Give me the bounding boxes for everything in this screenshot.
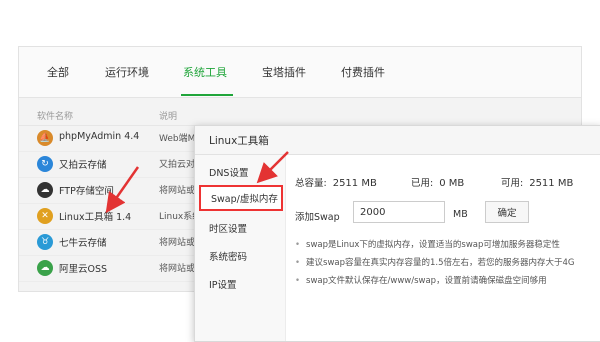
swap-size-input[interactable]: [353, 201, 445, 223]
menu-label: IP设置: [209, 280, 237, 291]
swap-used: 已用: 0 MB: [411, 175, 464, 189]
software-name: FTP存储空间: [59, 186, 114, 197]
swap-total-value: 2511 MB: [332, 178, 377, 189]
menu-label: 系统密码: [209, 252, 248, 263]
menu-item-password[interactable]: 系统密码: [195, 243, 285, 269]
swap-available-label: 可用:: [501, 178, 524, 189]
category-tabs: 全部 运行环境 系统工具 宝塔插件 付费插件: [19, 47, 581, 98]
menu-item-dns[interactable]: DNS设置: [195, 159, 285, 185]
menu-label: Swap/虚拟内存: [211, 194, 278, 205]
ftp-storage-icon: ☁: [37, 182, 53, 198]
swap-total-label: 总容量:: [295, 178, 327, 189]
software-desc: 将网站或: [159, 186, 196, 196]
menu-item-ip[interactable]: IP设置: [195, 271, 285, 297]
qiniu-icon: ♉: [37, 234, 53, 250]
column-software-name: 软件名称: [37, 112, 74, 122]
tab-runtime[interactable]: 运行环境: [105, 64, 149, 80]
linux-toolbox-dialog: Linux工具箱 DNS设置 Swap/虚拟内存 时区设置 系统密码 IP设置 …: [194, 125, 600, 342]
software-name: Linux工具箱 1.4: [59, 212, 132, 223]
add-swap-label: 添加Swap: [295, 212, 340, 223]
software-desc: Web端M: [159, 134, 196, 144]
swap-note: swap是Linux下的虚拟内存，设置适当的swap可增加服务器稳定性: [295, 238, 560, 250]
upyun-icon: ↻: [37, 156, 53, 172]
software-name: 七牛云存储: [59, 238, 107, 249]
swap-available: 可用: 2511 MB: [501, 175, 573, 189]
tab-bt-plugins[interactable]: 宝塔插件: [262, 64, 306, 80]
menu-item-timezone[interactable]: 时区设置: [195, 215, 285, 241]
software-desc: 又拍云对: [159, 160, 196, 170]
confirm-button[interactable]: 确定: [485, 201, 529, 223]
tools-icon: ✕: [37, 208, 53, 224]
swap-available-value: 2511 MB: [529, 178, 574, 189]
menu-label: DNS设置: [209, 168, 249, 179]
swap-total: 总容量: 2511 MB: [295, 175, 377, 189]
tab-paid-plugins[interactable]: 付费插件: [341, 64, 385, 80]
swap-used-label: 已用:: [411, 178, 434, 189]
tab-system-tools[interactable]: 系统工具: [183, 64, 227, 80]
menu-item-swap[interactable]: Swap/虚拟内存: [199, 185, 283, 211]
dialog-sidebar: DNS设置 Swap/虚拟内存 时区设置 系统密码 IP设置: [195, 155, 286, 341]
software-name: 阿里云OSS: [59, 264, 108, 275]
phpmyadmin-icon: ⛵: [37, 130, 53, 146]
swap-note: 建议swap容量在真实内存容量的1.5倍左右，若您的服务器内存大于4G: [295, 256, 575, 268]
swap-unit: MB: [453, 209, 468, 220]
swap-note: swap文件默认保存在/www/swap，设置前请确保磁盘空间够用: [295, 274, 547, 286]
dialog-title: Linux工具箱: [209, 135, 269, 147]
aliyun-oss-icon: ☁: [37, 260, 53, 276]
tab-all[interactable]: 全部: [47, 64, 69, 80]
swap-used-value: 0 MB: [439, 178, 465, 189]
menu-label: 时区设置: [209, 224, 248, 235]
active-tab-indicator: [181, 94, 233, 96]
software-desc: 将网站或: [159, 238, 196, 248]
dialog-titlebar: Linux工具箱: [195, 126, 600, 155]
table-header: 软件名称 说明: [19, 105, 581, 126]
column-description: 说明: [159, 112, 178, 122]
software-name: phpMyAdmin 4.4: [59, 131, 140, 142]
software-desc: 将网站或: [159, 264, 196, 274]
software-name: 又拍云存储: [59, 160, 107, 171]
